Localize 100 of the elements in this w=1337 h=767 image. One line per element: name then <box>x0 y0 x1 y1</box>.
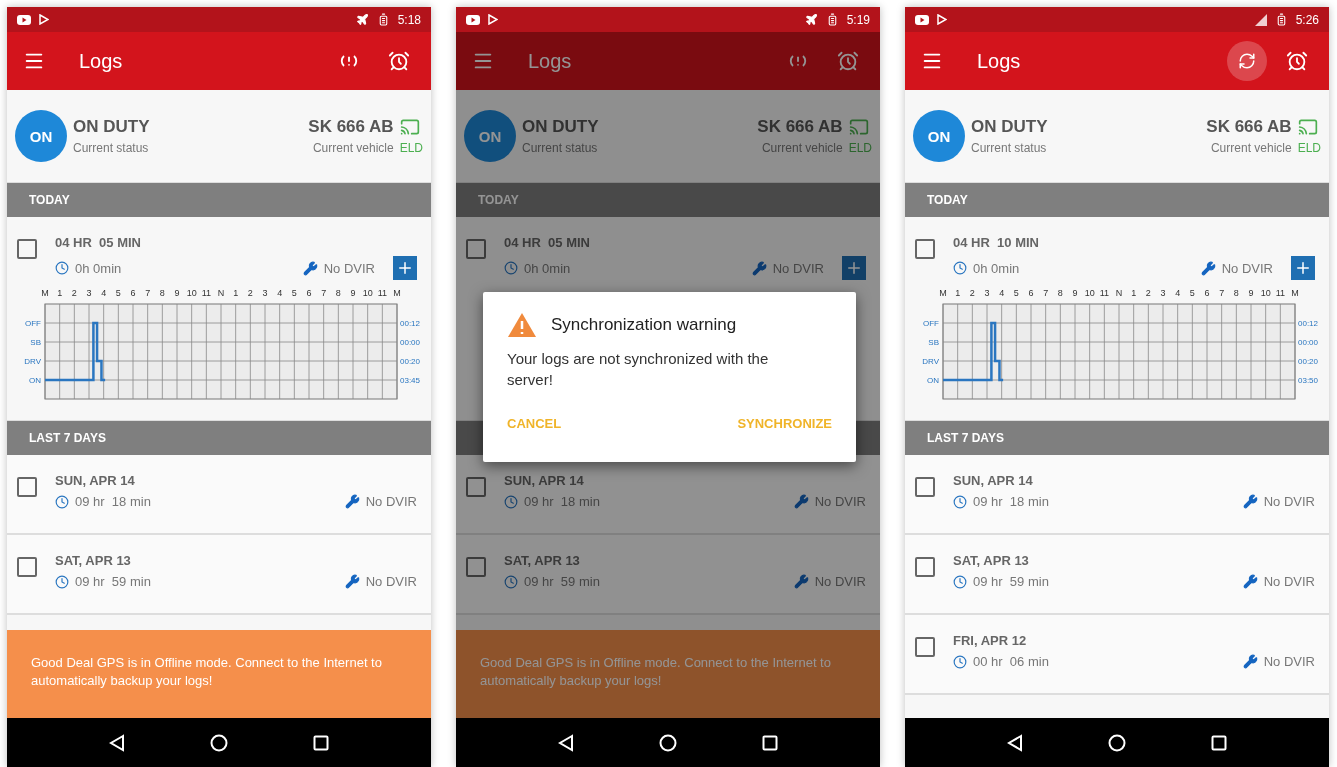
section-header: LAST 7 DAYS <box>7 421 431 455</box>
dialog-title: Synchronization warning <box>551 315 737 335</box>
day-row[interactable]: SAT, APR 13 09 hr 59 min No DVIR <box>905 535 1329 615</box>
hour-label: 3 <box>984 288 990 298</box>
hour-label: 1 <box>955 288 961 298</box>
checkbox[interactable] <box>915 477 935 497</box>
dvir-status: No DVIR <box>772 260 824 276</box>
dialog-message: Your logs are not synchronized with the server! <box>507 349 770 390</box>
dvir-status: No DVIR <box>814 494 866 509</box>
day-row[interactable]: SAT, APR 13 09 hr 59 min No DVIR <box>456 535 880 615</box>
duty-badge: ON <box>464 110 516 162</box>
recents-icon[interactable] <box>761 734 778 751</box>
hour-label: 10 <box>186 288 197 298</box>
hour-label: 4 <box>277 288 283 298</box>
duration-text: 09 hr 18 min <box>75 494 151 509</box>
clock-time: 5:19 <box>846 12 870 27</box>
day-row[interactable]: SUN, APR 14 09 hr 18 min No DVIR <box>905 455 1329 535</box>
sync-button[interactable] <box>1227 41 1267 81</box>
hour-label: 3 <box>1160 288 1166 298</box>
screen-title: Logs <box>79 49 123 73</box>
duration-text: 0h 0min <box>524 260 571 276</box>
day-date: SAT, APR 13 <box>953 553 1030 568</box>
home-icon[interactable] <box>659 733 677 752</box>
hour-label: 10 <box>1084 288 1095 298</box>
dvir-status: No DVIR <box>365 574 417 589</box>
section-header: TODAY <box>905 183 1329 217</box>
checkbox[interactable] <box>17 239 37 259</box>
hour-label: 8 <box>335 288 341 298</box>
duration-text: 09 hr 59 min <box>524 574 600 589</box>
duration-text: 09 hr 18 min <box>973 494 1049 509</box>
hour-label: 7 <box>1043 288 1049 298</box>
today-hours: 04 HR 05 MIN <box>504 235 591 250</box>
checkbox[interactable] <box>915 239 935 259</box>
cast-icon <box>848 117 869 137</box>
hour-label: N <box>1115 288 1123 298</box>
duty-status-line <box>45 321 106 382</box>
clock-time: 5:26 <box>1295 12 1319 27</box>
hour-label: 1 <box>1131 288 1137 298</box>
dvir-status: No DVIR <box>323 260 375 276</box>
home-icon[interactable] <box>1108 733 1126 752</box>
duration-text: 0h 0min <box>75 260 122 276</box>
hour-label: 5 <box>1013 288 1019 298</box>
add-button[interactable] <box>842 256 866 280</box>
recents-icon[interactable] <box>1210 734 1227 751</box>
status-caption: Current status <box>73 141 149 155</box>
back-icon[interactable] <box>109 733 126 752</box>
dvir-status: No DVIR <box>1263 494 1315 509</box>
hour-label: 2 <box>247 288 253 298</box>
recents-icon[interactable] <box>312 734 329 751</box>
back-icon[interactable] <box>558 733 575 752</box>
hour-label: 7 <box>321 288 327 298</box>
clock-icon <box>504 574 518 589</box>
play-icon <box>39 14 49 25</box>
hour-label: 2 <box>1145 288 1151 298</box>
alarm-icon <box>1286 50 1308 72</box>
wrench-icon <box>793 574 809 589</box>
checkbox[interactable] <box>17 477 37 497</box>
hour-label: 5 <box>1189 288 1195 298</box>
day-date: FRI, APR 12 <box>953 633 1028 648</box>
day-row[interactable]: SUN, APR 14 09 hr 18 min No DVIR <box>456 455 880 535</box>
day-date: SUN, APR 14 <box>953 473 1034 488</box>
hour-label: 9 <box>174 288 180 298</box>
duty-badge: ON <box>913 110 965 162</box>
clock-icon <box>953 261 967 275</box>
duty-status-line <box>943 321 1004 382</box>
offline-banner: Good Deal GPS is in Offline mode. Connect to the Internet to automatically backup your logs! <box>456 630 880 718</box>
duration-text: 0h 0min <box>973 260 1020 276</box>
checkbox[interactable] <box>466 239 486 259</box>
video-icon <box>17 14 31 25</box>
add-button[interactable] <box>1291 256 1315 280</box>
dvir-status: No DVIR <box>1221 260 1273 276</box>
clock-icon <box>55 574 69 589</box>
hour-label: 7 <box>1219 288 1225 298</box>
checkbox[interactable] <box>466 557 486 577</box>
checkbox[interactable] <box>915 637 935 657</box>
hour-label: 3 <box>262 288 268 298</box>
offline-banner: Good Deal GPS is in Offline mode. Connect to the Internet to automatically backup your logs! <box>7 630 431 718</box>
status-axis-label: ON <box>927 376 939 385</box>
hour-label: 9 <box>350 288 356 298</box>
hour-label: 6 <box>1028 288 1034 298</box>
duty-status: ON DUTY <box>73 117 150 137</box>
duration-text: 09 hr 59 min <box>973 574 1049 589</box>
clock-time: 5:18 <box>397 12 421 27</box>
add-button[interactable] <box>393 256 417 280</box>
day-row[interactable]: FRI, APR 12 00 hr 06 min No DVIR <box>905 615 1329 695</box>
checkbox[interactable] <box>915 557 935 577</box>
checkbox[interactable] <box>17 557 37 577</box>
day-row[interactable]: SAT, APR 13 09 hr 59 min No DVIR <box>7 535 431 615</box>
hour-label: M <box>41 288 49 298</box>
section-header: TODAY <box>7 183 431 217</box>
hour-label: 1 <box>233 288 239 298</box>
back-icon[interactable] <box>1007 733 1024 752</box>
home-icon[interactable] <box>210 733 228 752</box>
day-row[interactable]: SUN, APR 14 09 hr 18 min No DVIR <box>7 455 431 535</box>
hour-label: N <box>217 288 225 298</box>
checkbox[interactable] <box>466 477 486 497</box>
wrench-icon <box>751 260 767 276</box>
duration-text: 09 hr 59 min <box>75 574 151 589</box>
day-date: SAT, APR 13 <box>504 553 581 568</box>
status-caption: Current status <box>971 141 1047 155</box>
